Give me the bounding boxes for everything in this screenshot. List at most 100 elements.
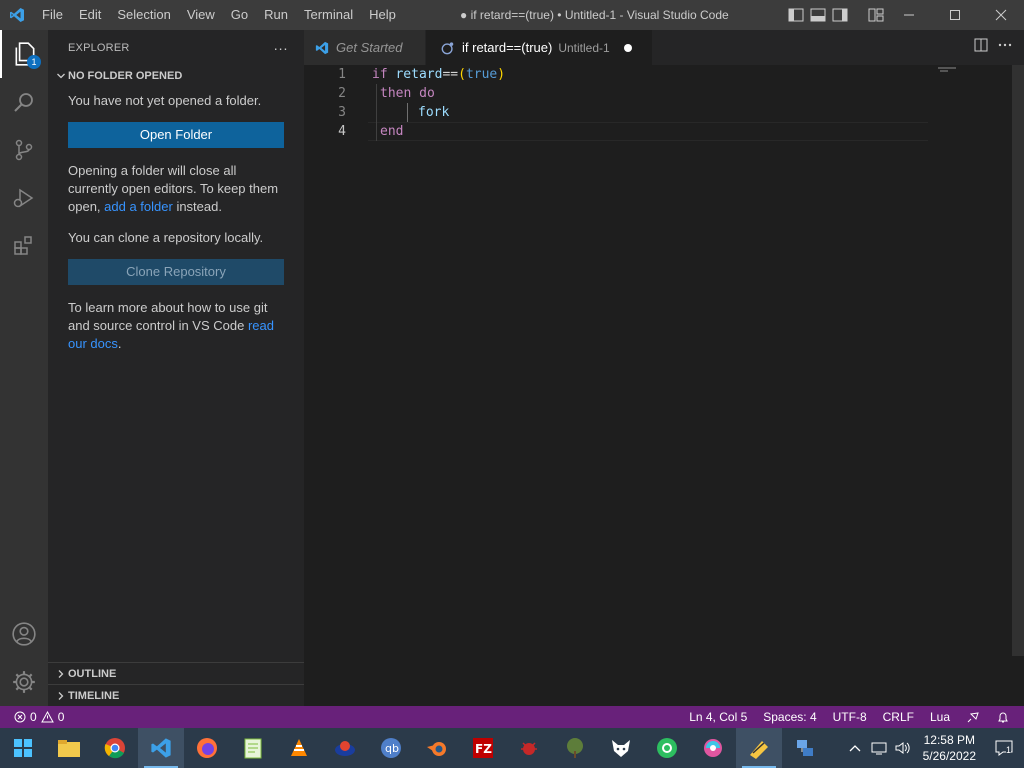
editor-actions: [974, 30, 1012, 65]
paren: ): [497, 67, 506, 82]
layout-controls: [788, 0, 884, 30]
search-icon[interactable]: [0, 78, 48, 126]
notifications-bell-icon[interactable]: [988, 706, 1024, 728]
tab-untitled-1[interactable]: if retard==(true) Untitled-1: [426, 30, 653, 65]
add-folder-link[interactable]: add a folder: [104, 199, 173, 214]
no-folder-section-header[interactable]: NO FOLDER OPENED: [48, 65, 304, 87]
status-bar: 0 0 Ln 4, Col 5 Spaces: 4 UTF-8 CRLF Lua: [0, 706, 1024, 728]
vlc-icon[interactable]: [276, 728, 322, 768]
explorer-sidebar: EXPLORER ··· NO FOLDER OPENED You have n…: [48, 30, 304, 706]
tab-get-started[interactable]: Get Started: [304, 30, 426, 65]
editor-scrollbar[interactable]: [1012, 65, 1024, 656]
timeline-section-header[interactable]: TIMELINE: [48, 684, 304, 706]
toggle-secondary-sidebar-icon[interactable]: [832, 7, 848, 23]
keyword: if: [372, 67, 388, 82]
system-tray: 12:58 PM 5/26/2022 1: [843, 728, 1024, 768]
outline-title: OUTLINE: [68, 667, 117, 680]
unsaved-dot-icon[interactable]: [623, 43, 632, 52]
toggle-panel-icon[interactable]: [810, 7, 826, 23]
open-folder-button[interactable]: Open Folder: [68, 122, 284, 148]
feedback-icon[interactable]: [958, 706, 988, 728]
git-docs-info: To learn more about how to use git and s…: [68, 299, 284, 353]
qbittorrent-icon[interactable]: qb: [368, 728, 414, 768]
volume-icon[interactable]: [891, 741, 915, 755]
clock[interactable]: 12:58 PM 5/26/2022: [915, 732, 984, 764]
outline-section-header[interactable]: OUTLINE: [48, 662, 304, 684]
windows-start-icon[interactable]: [0, 728, 46, 768]
cursor-position[interactable]: Ln 4, Col 5: [681, 706, 755, 728]
notepad-plus-icon[interactable]: [230, 728, 276, 768]
manage-gear-icon[interactable]: [0, 658, 48, 706]
status-right: Ln 4, Col 5 Spaces: 4 UTF-8 CRLF Lua: [681, 706, 1024, 728]
indent-guide-active: [407, 103, 408, 122]
clone-message: You can clone a repository locally.: [68, 230, 264, 245]
boolean: true: [465, 67, 498, 82]
app-icon-tree[interactable]: [552, 728, 598, 768]
window-title: ● if retard==(true) • Untitled-1 - Visua…: [460, 8, 729, 22]
clock-date: 5/26/2022: [922, 749, 976, 763]
more-actions-icon[interactable]: [998, 38, 1012, 57]
chevron-right-icon: [54, 689, 68, 703]
line-number: 1: [338, 67, 346, 82]
info-text-end: instead.: [172, 199, 222, 214]
customize-layout-icon[interactable]: [868, 7, 884, 23]
error-icon: [14, 711, 26, 723]
app-icon-blue-red[interactable]: [322, 728, 368, 768]
menu-go[interactable]: Go: [223, 0, 256, 30]
tab-description: Untitled-1: [558, 40, 610, 55]
explorer-icon[interactable]: 1: [0, 30, 48, 78]
split-editor-icon[interactable]: [974, 38, 988, 57]
menu-terminal[interactable]: Terminal: [296, 0, 361, 30]
code-editor[interactable]: 1 if retard==(true) 2 then do 3 fork 4 e…: [304, 65, 1024, 706]
vscode-taskbar-icon[interactable]: [138, 728, 184, 768]
end-of-line[interactable]: CRLF: [875, 706, 922, 728]
menu-help[interactable]: Help: [361, 0, 404, 30]
indentation[interactable]: Spaces: 4: [755, 706, 824, 728]
problems-status[interactable]: 0 0: [0, 710, 64, 724]
chevron-right-icon: [54, 667, 68, 681]
menu-file[interactable]: File: [34, 0, 71, 30]
toggle-primary-sidebar-icon[interactable]: [788, 7, 804, 23]
app-icon-yellow-tool[interactable]: [736, 728, 782, 768]
app-icon-fox[interactable]: [598, 728, 644, 768]
code-text: if retard==(true): [372, 65, 505, 84]
maximize-icon[interactable]: [932, 0, 978, 30]
indent-guide: [376, 84, 377, 141]
error-count: 0: [30, 710, 37, 724]
section-title: NO FOLDER OPENED: [68, 70, 183, 82]
line-number: 4: [338, 124, 346, 139]
blender-icon[interactable]: [414, 728, 460, 768]
chrome-icon[interactable]: [92, 728, 138, 768]
clone-repository-button[interactable]: Clone Repository: [68, 259, 284, 285]
no-folder-content: You have not yet opened a folder. Open F…: [48, 92, 304, 353]
explorer-badge: 1: [27, 55, 41, 69]
language-mode[interactable]: Lua: [922, 706, 958, 728]
accounts-icon[interactable]: [0, 610, 48, 658]
window-controls: [886, 0, 1024, 30]
extensions-icon[interactable]: [0, 222, 48, 270]
minimize-icon[interactable]: [886, 0, 932, 30]
encoding[interactable]: UTF-8: [825, 706, 875, 728]
more-actions-icon[interactable]: ···: [273, 40, 288, 56]
chevron-down-icon: [54, 69, 68, 83]
open-folder-info: Opening a folder will close all currentl…: [68, 162, 284, 216]
source-control-icon[interactable]: [0, 126, 48, 174]
title-bar: File Edit Selection View Go Run Terminal…: [0, 0, 1024, 30]
activity-bar: 1: [0, 30, 48, 706]
file-explorer-icon[interactable]: [46, 728, 92, 768]
app-icon-network[interactable]: [782, 728, 828, 768]
evernote-icon[interactable]: [644, 728, 690, 768]
notification-center-icon[interactable]: 1: [984, 740, 1024, 756]
chevron-up-icon[interactable]: [843, 744, 867, 752]
menu-selection[interactable]: Selection: [109, 0, 178, 30]
menu-run[interactable]: Run: [256, 0, 296, 30]
app-icon-red-bug[interactable]: [506, 728, 552, 768]
menu-view[interactable]: View: [179, 0, 223, 30]
close-icon[interactable]: [978, 0, 1024, 30]
firefox-icon[interactable]: [184, 728, 230, 768]
app-icon-gradient-circle[interactable]: [690, 728, 736, 768]
network-icon[interactable]: [867, 741, 891, 755]
run-debug-icon[interactable]: [0, 174, 48, 222]
filezilla-icon[interactable]: FZ: [460, 728, 506, 768]
menu-edit[interactable]: Edit: [71, 0, 109, 30]
